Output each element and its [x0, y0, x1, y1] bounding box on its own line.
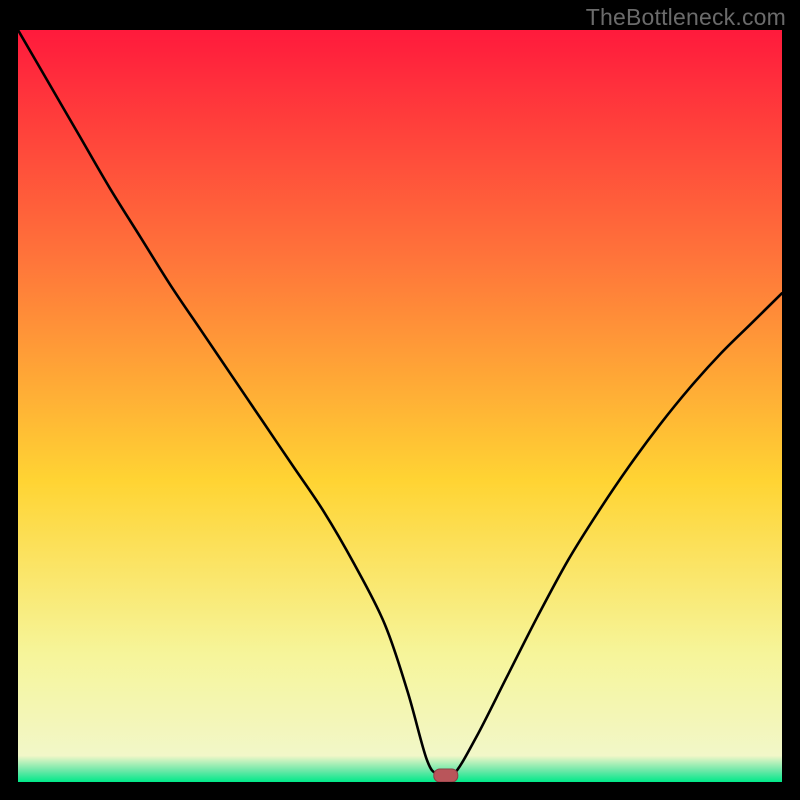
- bottleneck-plot: [18, 30, 782, 782]
- chart-svg: [18, 30, 782, 782]
- chart-frame: TheBottleneck.com: [0, 0, 800, 800]
- optimal-marker: [434, 769, 458, 782]
- watermark-text: TheBottleneck.com: [586, 4, 786, 31]
